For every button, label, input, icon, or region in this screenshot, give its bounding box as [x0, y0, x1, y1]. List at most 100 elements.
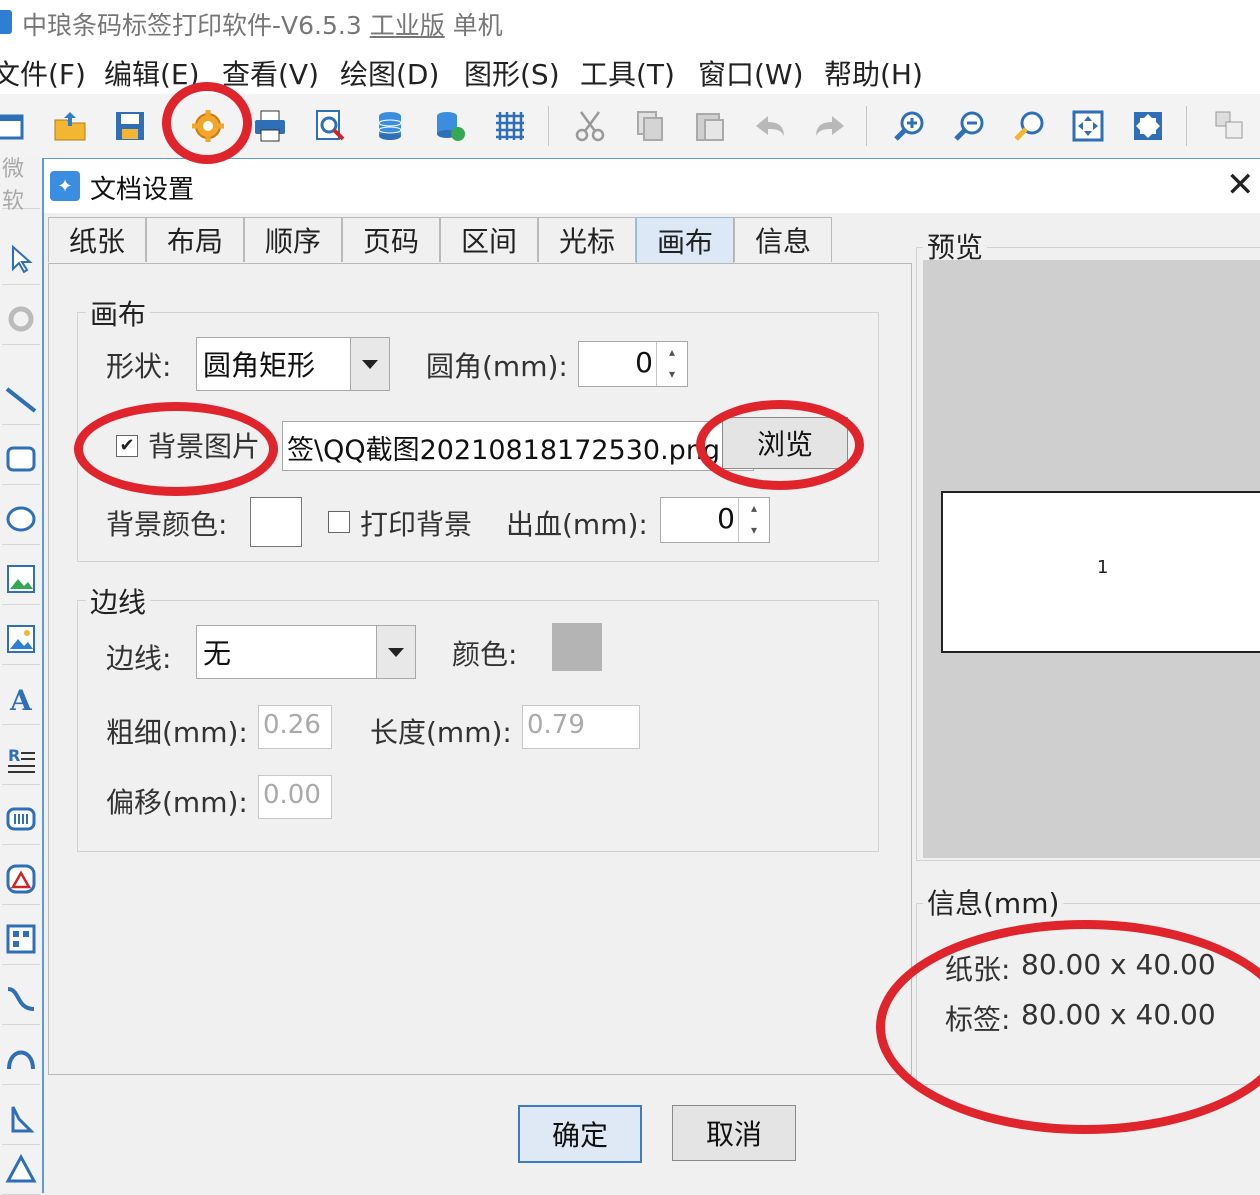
border-color-swatch[interactable] [552, 623, 602, 671]
spinner-buttons[interactable]: ▴ ▾ [656, 342, 687, 386]
picture-icon[interactable] [2, 614, 40, 665]
print-bg-label: 打印背景 [360, 508, 473, 541]
bleed-label: 出血(mm): [506, 508, 648, 541]
zoom-out-icon[interactable] [950, 106, 990, 146]
spin-up-icon[interactable]: ▴ [739, 498, 769, 520]
corner-label: 圆角(mm): [426, 350, 568, 383]
close-icon[interactable]: ✕ [1226, 165, 1255, 205]
tag-size-value: 80.00 x 40.00 [1021, 998, 1216, 1031]
image-icon[interactable] [2, 554, 40, 605]
new-icon[interactable] [0, 106, 28, 146]
rich-text-icon[interactable]: R [2, 734, 40, 785]
open-icon[interactable] [50, 106, 90, 146]
offset-value: 0.00 [263, 780, 321, 810]
info-label: 信息(mm) [923, 882, 1064, 922]
menu-view[interactable]: 查看(V) [222, 53, 319, 93]
undo-icon[interactable] [750, 106, 790, 146]
cancel-button[interactable]: 取消 [672, 1105, 796, 1161]
fit-page-icon[interactable] [1068, 106, 1108, 146]
print-icon[interactable] [250, 106, 290, 146]
bg-color-swatch[interactable] [250, 497, 302, 547]
svg-text:R: R [8, 746, 20, 765]
copy-icon[interactable] [630, 106, 670, 146]
info-group: 信息(mm) 纸张: 80.00 x 40.00 标签: 80.00 x 40.… [916, 882, 1260, 1085]
border-select[interactable]: 无 [196, 625, 416, 679]
database-icon[interactable] [370, 106, 410, 146]
spinner-buttons[interactable]: ▴ ▾ [738, 498, 769, 542]
offset-input[interactable]: 0.00 [258, 775, 332, 819]
font-label-partial: 微软 [2, 157, 40, 214]
polygon-icon[interactable] [2, 854, 40, 905]
ok-button[interactable]: 确定 [518, 1105, 642, 1163]
menu-edit[interactable]: 编辑(E) [104, 53, 200, 93]
thickness-input[interactable]: 0.26 [258, 705, 332, 749]
border-group-label: 边线 [86, 581, 151, 621]
corner-value: 0 [635, 346, 653, 379]
menu-draw[interactable]: 绘图(D) [340, 53, 439, 93]
polyline-icon[interactable] [2, 1094, 40, 1145]
rotate-icon[interactable] [2, 294, 40, 345]
tab-info[interactable]: 信息 [734, 217, 832, 262]
tab-cursor[interactable]: 光标 [538, 217, 636, 262]
tab-paper[interactable]: 纸张 [48, 217, 146, 262]
curve-icon[interactable] [2, 974, 40, 1025]
corner-spinner[interactable]: 0 ▴ ▾ [578, 341, 688, 387]
border-group: 边线 边线: 无 颜色: 粗细(mm): 0.26 长度(mm): 0.79 偏… [77, 581, 879, 852]
tab-panel-canvas: 画布 形状: 圆角矩形 圆角(mm): 0 ▴ ▾ ✔ 背景图片 签\QQ截图20… [48, 263, 912, 1075]
spin-down-icon[interactable]: ▾ [739, 520, 769, 542]
tab-page-number[interactable]: 页码 [342, 217, 440, 262]
database-settings-icon[interactable] [430, 106, 470, 146]
preview-page-number: 1 [1097, 557, 1109, 578]
tab-layout[interactable]: 布局 [146, 217, 244, 262]
line-icon[interactable] [2, 374, 40, 425]
document-settings-dialog: ✦ 文档设置 ✕ 纸张 布局 顺序 页码 区间 光标 画布 信息 画布 形状: … [42, 158, 1260, 1193]
zoom-icon[interactable] [1010, 106, 1050, 146]
app-icon [0, 10, 12, 34]
preview-label-page: 1 [941, 491, 1260, 653]
paper-size-value: 80.00 x 40.00 [1021, 948, 1216, 981]
zoom-in-icon[interactable] [890, 106, 930, 146]
length-input[interactable]: 0.79 [522, 705, 640, 749]
chevron-down-icon[interactable] [350, 338, 389, 390]
barcode-icon[interactable] [2, 794, 40, 845]
browse-button[interactable]: 浏览 [722, 417, 848, 469]
qrcode-icon[interactable] [2, 914, 40, 965]
menu-shape[interactable]: 图形(S) [464, 53, 560, 93]
tab-range[interactable]: 区间 [440, 217, 538, 262]
actual-size-icon[interactable] [1128, 106, 1168, 146]
layers-icon[interactable] [1210, 106, 1250, 146]
save-icon[interactable] [110, 106, 150, 146]
print-preview-icon[interactable] [310, 106, 350, 146]
tab-order[interactable]: 顺序 [244, 217, 342, 262]
toolbar-separator [1186, 106, 1187, 146]
pointer-icon[interactable] [2, 234, 40, 285]
tab-canvas[interactable]: 画布 [636, 217, 734, 264]
bg-image-checkbox[interactable]: ✔ [116, 435, 138, 457]
print-bg-checkbox[interactable] [328, 511, 350, 533]
shape-select[interactable]: 圆角矩形 [196, 337, 390, 391]
menu-tools[interactable]: 工具(T) [580, 53, 675, 93]
thickness-label: 粗细(mm): [106, 716, 248, 749]
menu-help[interactable]: 帮助(H) [824, 53, 923, 93]
spin-up-icon[interactable]: ▴ [657, 342, 687, 364]
ellipse-icon[interactable] [2, 494, 40, 545]
bg-color-label: 背景颜色: [106, 508, 228, 541]
bleed-spinner[interactable]: 0 ▴ ▾ [660, 497, 770, 543]
bg-image-path-input[interactable]: 签\QQ截图20210818172530.png [282, 421, 754, 471]
edition-text: 工业版 [369, 11, 445, 40]
paste-icon[interactable] [690, 106, 730, 146]
triangle-icon[interactable] [2, 1144, 40, 1195]
dialog-body: 纸张 布局 顺序 页码 区间 光标 画布 信息 画布 形状: 圆角矩形 圆角(m… [44, 213, 1260, 1193]
grid-icon[interactable] [490, 106, 530, 146]
rectangle-icon[interactable] [2, 434, 40, 485]
menu-window[interactable]: 窗口(W) [698, 53, 804, 93]
spin-down-icon[interactable]: ▾ [657, 364, 687, 386]
redo-icon[interactable] [810, 106, 850, 146]
text-icon[interactable]: A [2, 674, 40, 725]
cut-icon[interactable] [570, 106, 610, 146]
chevron-down-icon[interactable] [376, 626, 415, 678]
arc-icon[interactable] [2, 1034, 40, 1085]
menu-file[interactable]: 文件(F) [0, 53, 86, 93]
document-settings-icon[interactable] [188, 106, 228, 146]
preview-area: 1 [923, 260, 1260, 858]
